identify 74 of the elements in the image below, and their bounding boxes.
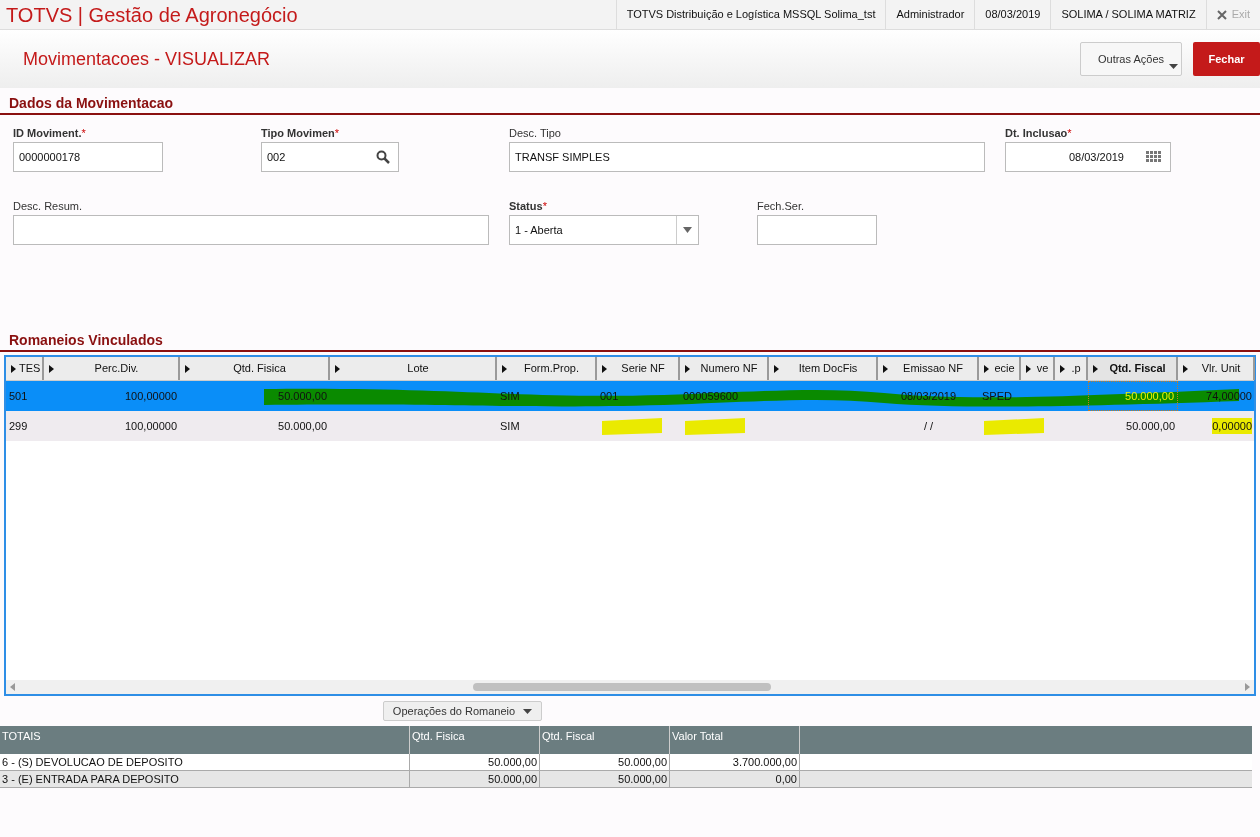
expand-arrow-icon[interactable] <box>1093 364 1098 373</box>
input-field[interactable] <box>757 215 877 245</box>
highlight-scribble-drawing <box>685 417 745 435</box>
table-cell-text: 100,00000 <box>125 388 177 404</box>
table-cell-text: 50.000,00 <box>1125 388 1174 404</box>
app-title: TOTVS | Gestão de Agronegócio <box>5 2 299 28</box>
expand-arrow-icon[interactable] <box>883 364 888 373</box>
expand-arrow-icon[interactable] <box>502 364 507 373</box>
table-cell-text: 001 <box>600 388 619 404</box>
field-label: Desc. Resum. <box>13 199 84 212</box>
header-item: TOTVS Distribuição e Logística MSSQL Solima_tst <box>615 0 886 29</box>
field-label: Fech.Ser. <box>757 199 806 212</box>
scrollbar-thumb[interactable] <box>473 683 771 691</box>
header-item: Administrador <box>885 0 975 29</box>
caret-icon <box>523 708 533 714</box>
field-label: Tipo Movimen* <box>261 126 341 139</box>
table-cell: 6 - (S) DEVOLUCAO DE DEPOSITO <box>0 754 410 770</box>
search-icon[interactable] <box>376 150 390 164</box>
expand-arrow-icon[interactable] <box>685 364 690 373</box>
table-cell-text: 299 <box>9 418 28 434</box>
table-cell: 3.700.000,00 <box>670 754 800 770</box>
expand-arrow-icon[interactable] <box>1026 364 1031 373</box>
table-cell: 50.000,00 <box>540 754 670 770</box>
expand-arrow-icon[interactable] <box>774 364 779 373</box>
field-label: ID Moviment.* <box>13 126 87 139</box>
status-dropdown[interactable]: 1 - Aberta <box>509 215 699 245</box>
horizontal-scrollbar[interactable] <box>6 680 1254 694</box>
expand-arrow-icon[interactable] <box>49 364 54 373</box>
table-cell-text: 000059600 <box>683 388 739 404</box>
operations-button[interactable]: Operações do Romaneio <box>383 701 542 721</box>
field-label: Desc. Tipo <box>509 126 562 139</box>
table-cell: 50.000,00 <box>540 771 670 787</box>
table-cell-text: 501 <box>9 388 28 404</box>
close-button[interactable]: Fechar <box>1193 42 1260 76</box>
expand-arrow-icon[interactable] <box>602 364 607 373</box>
expand-arrow-icon[interactable] <box>984 364 989 373</box>
table-cell: 50.000,00 <box>410 771 540 787</box>
input-field[interactable]: TRANSF SIMPLES <box>509 142 985 172</box>
field-label: Dt. Inclusao* <box>1005 126 1073 139</box>
field-label: Status* <box>509 199 548 212</box>
table-cell-text: 50.000,00 <box>278 388 327 404</box>
table-cell-text: 50.000,00 <box>278 418 327 434</box>
caret-icon <box>1169 64 1178 69</box>
expand-arrow-icon[interactable] <box>11 364 16 373</box>
calendar-icon[interactable] <box>1146 151 1162 163</box>
table-cell-text: SIM <box>500 418 520 434</box>
table-cell: 3 - (E) ENTRADA PARA DEPOSITO <box>0 771 410 787</box>
highlight-scribble-drawing <box>602 417 662 435</box>
input-field[interactable]: 002 <box>261 142 399 172</box>
header-item: 08/03/2019 <box>974 0 1051 29</box>
input-field[interactable]: 0000000178 <box>13 142 163 172</box>
page-title: Movimentacoes - VISUALIZAR <box>22 47 272 71</box>
table-cell: 0,00000 <box>1212 417 1252 435</box>
expand-arrow-icon[interactable] <box>335 364 340 373</box>
table-cell-text: / / <box>923 418 934 434</box>
expand-arrow-icon[interactable] <box>1183 364 1188 373</box>
table-row[interactable]: 299 100,00000 50.000,00 SIM / / 50.000,00 0,00000 <box>6 411 1254 441</box>
highlight-scribble-drawing <box>984 417 1044 435</box>
expand-arrow-icon[interactable] <box>1060 364 1065 373</box>
table-cell: 50.000,00 <box>410 754 540 770</box>
column-header[interactable]: Qtd. Fiscal <box>1088 357 1178 380</box>
caret-icon <box>683 227 692 233</box>
more-actions-button[interactable]: Outras Ações <box>1080 42 1182 76</box>
input-field[interactable]: 08/03/2019 <box>1005 142 1171 172</box>
close-icon <box>1216 9 1227 20</box>
section-title: Romaneios Vinculados <box>0 331 1260 352</box>
header-item: SOLIMA / SOLIMA MATRIZ <box>1050 0 1206 29</box>
table-cell: 0,00 <box>670 771 800 787</box>
table-cell-text: 08/03/2019 <box>900 388 957 404</box>
expand-arrow-icon[interactable] <box>185 364 190 373</box>
section-title: Dados da Movimentacao <box>0 93 1260 115</box>
input-field[interactable] <box>13 215 489 245</box>
table-cell-text: 50.000,00 <box>1126 418 1175 434</box>
table-cell-text: 100,00000 <box>125 418 177 434</box>
